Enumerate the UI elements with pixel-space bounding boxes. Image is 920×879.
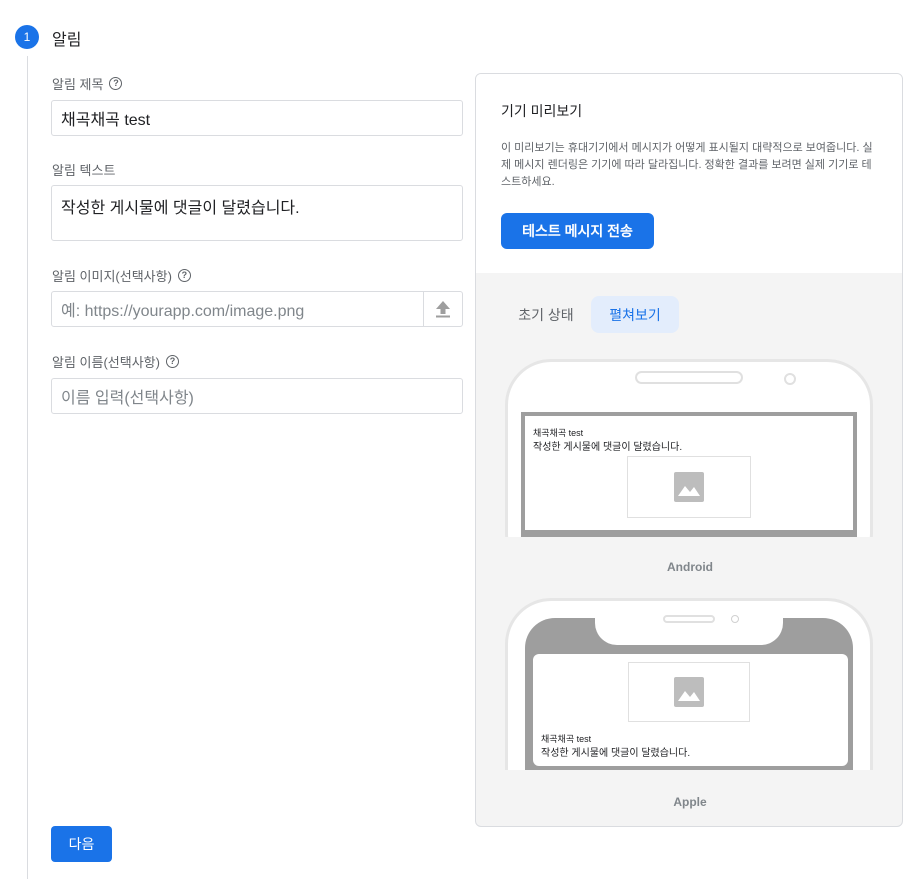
android-screen: 채곡채곡 test 작성한 게시물에 댓글이 달렸습니다. [521,412,857,537]
notification-title-input[interactable]: 채곡채곡 test [51,100,463,136]
notification-text-label-text: 알림 텍스트 [52,163,116,178]
android-speaker [635,371,743,384]
notification-text-label: 알림 텍스트 [52,160,115,179]
notification-name-placeholder: 이름 입력(선택사항) [61,390,194,407]
apple-notification-image [628,662,750,722]
help-circle-icon[interactable]: ? [165,355,179,368]
step-title: 알림 [52,32,82,49]
apple-label: Apple [673,795,707,809]
image-placeholder-icon [674,472,704,502]
notification-image-label-text: 알림 이미지(선택사항) [52,269,172,284]
notification-title-label-text: 알림 제목 [52,77,104,92]
step-number-badge: 1 [15,25,39,49]
notification-name-label-text: 알림 이름(선택사항) [52,355,160,370]
upload-icon [436,301,450,318]
help-circle-icon[interactable]: ? [109,77,123,90]
notification-text-value: 작성한 게시물에 댓글이 달렸습니다. [61,200,300,217]
tab-expanded-view[interactable]: 펼쳐보기 [591,296,679,333]
android-camera [784,373,796,385]
apple-notification-body: 작성한 게시물에 댓글이 달렸습니다. [541,748,691,759]
notification-title-label: 알림 제목 ? [52,74,123,93]
send-test-message-button[interactable]: 테스트 메시지 전송 [501,213,654,249]
image-placeholder-icon [674,677,704,707]
android-label: Android [667,560,713,574]
android-notification-image [627,456,751,518]
step-connector-line [27,56,28,879]
notification-image-input[interactable]: 예: https://yourapp.com/image.png [51,291,424,327]
device-preview-description: 이 미리보기는 휴대기기에서 메시지가 어떻게 표시될지 대략적으로 보여줍니다… [501,142,873,188]
apple-phone-mockup: 채곡채곡 test 작성한 게시물에 댓글이 달렸습니다. [505,598,875,770]
device-preview-header: 기기 미리보기 이 미리보기는 휴대기기에서 메시지가 어떻게 표시될지 대략적… [476,74,902,273]
help-circle-icon[interactable]: ? [177,269,191,282]
tab-initial-state[interactable]: 초기 상태 [503,296,589,333]
apple-speaker [663,615,715,623]
notification-title-value: 채곡채곡 test [61,112,151,129]
next-button[interactable]: 다음 [51,826,112,862]
android-notification-card: 채곡채곡 test 작성한 게시물에 댓글이 달렸습니다. [525,416,853,530]
notification-name-label: 알림 이름(선택사항) ? [52,352,179,371]
notification-text-input[interactable]: 작성한 게시물에 댓글이 달렸습니다. [51,185,463,241]
notification-name-input[interactable]: 이름 입력(선택사항) [51,378,463,414]
android-phone-mockup: 채곡채곡 test 작성한 게시물에 댓글이 달렸습니다. [505,359,875,537]
android-notification-body: 작성한 게시물에 댓글이 달렸습니다. [533,442,683,453]
device-preview-panel: 기기 미리보기 이 미리보기는 휴대기기에서 메시지가 어떻게 표시될지 대략적… [475,73,903,827]
apple-camera [731,615,739,623]
notification-image-label: 알림 이미지(선택사항) ? [52,266,191,285]
image-upload-button[interactable] [423,291,463,327]
notification-image-placeholder: 예: https://yourapp.com/image.png [61,303,305,320]
device-preview-title: 기기 미리보기 [501,103,583,119]
apple-notification-card: 채곡채곡 test 작성한 게시물에 댓글이 달렸습니다. [533,654,848,766]
